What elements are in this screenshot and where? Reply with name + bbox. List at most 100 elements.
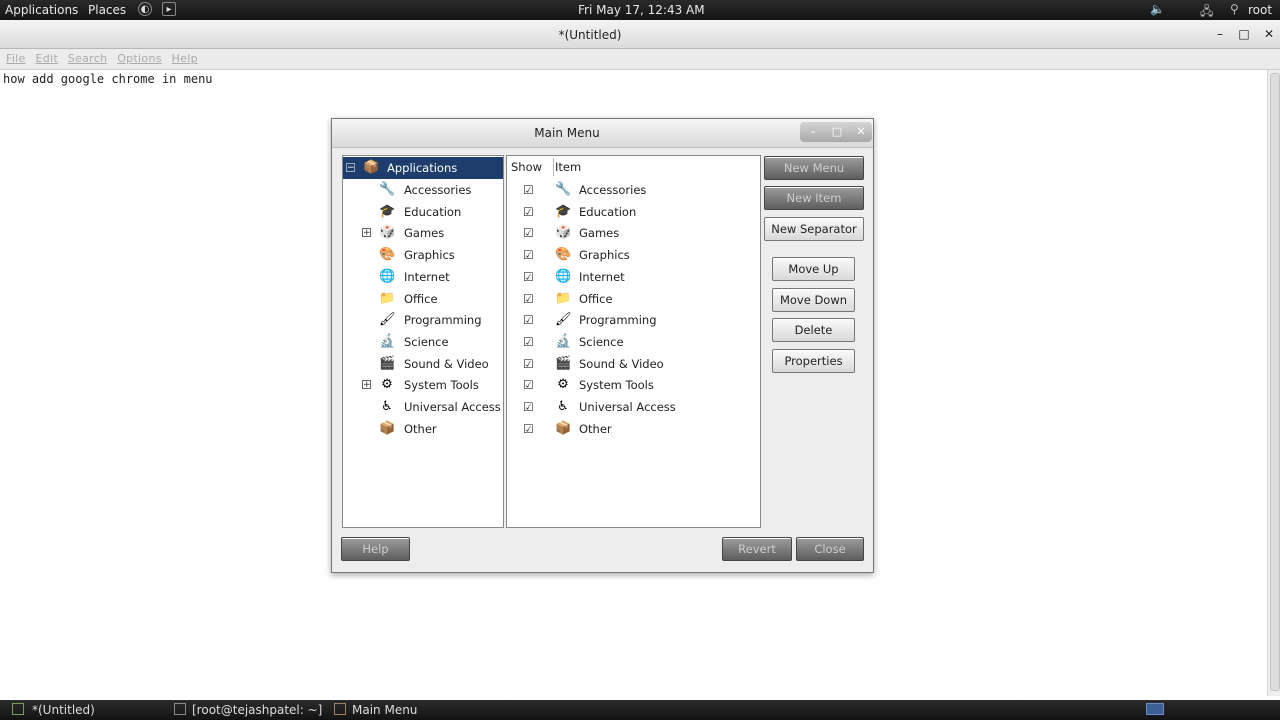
list-item[interactable]: ☑ ♿ Universal Access [507,396,760,418]
list-item-label: Games [579,226,620,241]
list-item[interactable]: ☑ 🎬 Sound & Video [507,353,760,375]
tree-item[interactable]: 🖌 Programming [343,309,503,331]
collapse-icon[interactable]: − [346,163,355,173]
move-up-button[interactable]: Move Up [772,257,855,281]
show-checkbox[interactable]: ☑ [523,227,535,239]
tree-item-label: Science [404,334,449,349]
new-separator-button[interactable]: New Separator [764,217,864,241]
list-item[interactable]: ☑ 🎓 Education [507,201,760,223]
minimize-icon[interactable]: – [1213,27,1227,41]
editor-menubar: File Edit Search Options Help [0,49,1280,70]
clock[interactable]: Fri May 17, 12:43 AM [578,3,705,17]
user-icon: ⚲ [1230,2,1239,16]
menu-file[interactable]: File [6,52,26,65]
show-checkbox[interactable]: ☑ [523,379,535,391]
internet-icon: 🌐 [379,268,396,284]
tree-item[interactable]: ♿ Universal Access [343,396,503,418]
browser-launcher-icon[interactable]: ◐ [138,2,152,16]
task-main-menu[interactable]: Main Menu [352,703,417,717]
menu-tree[interactable]: − 📦 Applications 🔧 Accessories 🎓 Education + 🎲 Ga… [342,155,504,528]
main-menu-dialog: Main Menu – □ ✕ − 📦 Applications 🔧 Accessori… [331,118,874,573]
menu-edit[interactable]: Edit [35,52,58,65]
help-button[interactable]: Help [341,537,410,561]
column-item[interactable]: Item [555,160,581,174]
tree-item[interactable]: 📁 Office [343,288,503,310]
dialog-minimize-icon[interactable]: – [804,125,822,138]
tree-item[interactable]: 📦 Other [343,418,503,440]
tree-item[interactable]: 🎨 Graphics [343,244,503,266]
list-item[interactable]: ☑ 🔬 Science [507,331,760,353]
list-item[interactable]: ☑ 📁 Office [507,288,760,310]
other-icon: 📦 [555,420,572,436]
move-down-button[interactable]: Move Down [772,288,855,312]
delete-button[interactable]: Delete [772,318,855,342]
list-item-label: Other [579,421,612,436]
programming-icon: 🖌 [379,312,396,328]
show-checkbox[interactable]: ☑ [523,336,535,348]
list-item-label: Office [579,291,613,306]
tree-item[interactable]: + 🎲 Games [343,222,503,244]
list-item[interactable]: ☑ 🎲 Games [507,222,760,244]
task-terminal[interactable]: [root@tejashpatel: ~] [192,703,322,717]
show-checkbox[interactable]: ☑ [523,401,535,413]
places-menu[interactable]: Places [88,3,126,17]
column-show[interactable]: Show [511,160,542,174]
universal-access-icon: ♿ [557,399,569,414]
new-item-button[interactable]: New Item [764,186,864,210]
show-checkbox[interactable]: ☑ [523,358,535,370]
tree-item[interactable]: 🔧 Accessories [343,179,503,201]
expand-icon[interactable]: + [362,380,371,390]
list-item-label: Science [579,334,624,349]
games-icon: 🎲 [379,225,396,241]
list-item[interactable]: ☑ ⚙ System Tools [507,374,760,396]
tree-item[interactable]: + ⚙ System Tools [343,374,503,396]
programming-icon: 🖌 [555,312,572,328]
show-checkbox[interactable]: ☑ [523,249,535,261]
close-button[interactable]: Close [796,537,864,561]
dialog-close-icon[interactable]: ✕ [852,125,870,138]
maximize-icon[interactable]: □ [1237,27,1251,41]
list-item-label: Programming [579,313,657,328]
list-item[interactable]: ☑ 🔧 Accessories [507,179,760,201]
menu-search[interactable]: Search [68,52,108,65]
task-editor[interactable]: *(Untitled) [32,703,95,717]
tree-item[interactable]: 🎓 Education [343,201,503,223]
new-menu-button[interactable]: New Menu [764,156,864,180]
show-checkbox[interactable]: ☑ [523,314,535,326]
show-checkbox[interactable]: ☑ [523,293,535,305]
menu-help[interactable]: Help [172,52,198,65]
user-menu[interactable]: root [1248,3,1272,17]
applications-menu[interactable]: Applications [5,3,78,17]
editor-titlebar: *(Untitled) – □ ✕ [0,20,1280,49]
universal-access-icon: ♿ [381,399,393,414]
list-item-label: Sound & Video [579,356,664,371]
close-icon[interactable]: ✕ [1262,27,1276,41]
menu-item-list[interactable]: Show Item ☑ 🔧 Accessories ☑ 🎓 Education ☑ 🎲 Game… [506,155,761,528]
list-item-label: System Tools [579,378,654,393]
office-icon: 📁 [555,290,572,306]
volume-icon[interactable]: 🔈 [1150,2,1165,16]
tree-item[interactable]: 🔬 Science [343,331,503,353]
dialog-maximize-icon[interactable]: □ [828,125,846,138]
list-item[interactable]: ☑ 📦 Other [507,418,760,440]
vertical-scrollbar[interactable] [1267,70,1280,696]
list-item[interactable]: ☑ 🌐 Internet [507,266,760,288]
expand-icon[interactable]: + [362,228,371,238]
tree-item-label: Applications [387,161,458,175]
tree-item-applications[interactable]: − 📦 Applications [343,157,503,179]
menu-options[interactable]: Options [117,52,162,65]
properties-button[interactable]: Properties [772,349,855,373]
show-checkbox[interactable]: ☑ [523,271,535,283]
show-checkbox[interactable]: ☑ [523,423,535,435]
terminal-launcher-icon[interactable]: ▸ [162,2,176,16]
show-checkbox[interactable]: ☑ [523,206,535,218]
tree-item[interactable]: 🌐 Internet [343,266,503,288]
tree-item[interactable]: 🎬 Sound & Video [343,353,503,375]
show-checkbox[interactable]: ☑ [523,184,535,196]
tree-item-label: Programming [404,313,482,328]
workspace-switcher-icon[interactable] [1146,703,1164,715]
revert-button[interactable]: Revert [722,537,792,561]
list-item[interactable]: ☑ 🖌 Programming [507,309,760,331]
list-item[interactable]: ☑ 🎨 Graphics [507,244,760,266]
scrollbar-thumb[interactable] [1270,73,1280,691]
